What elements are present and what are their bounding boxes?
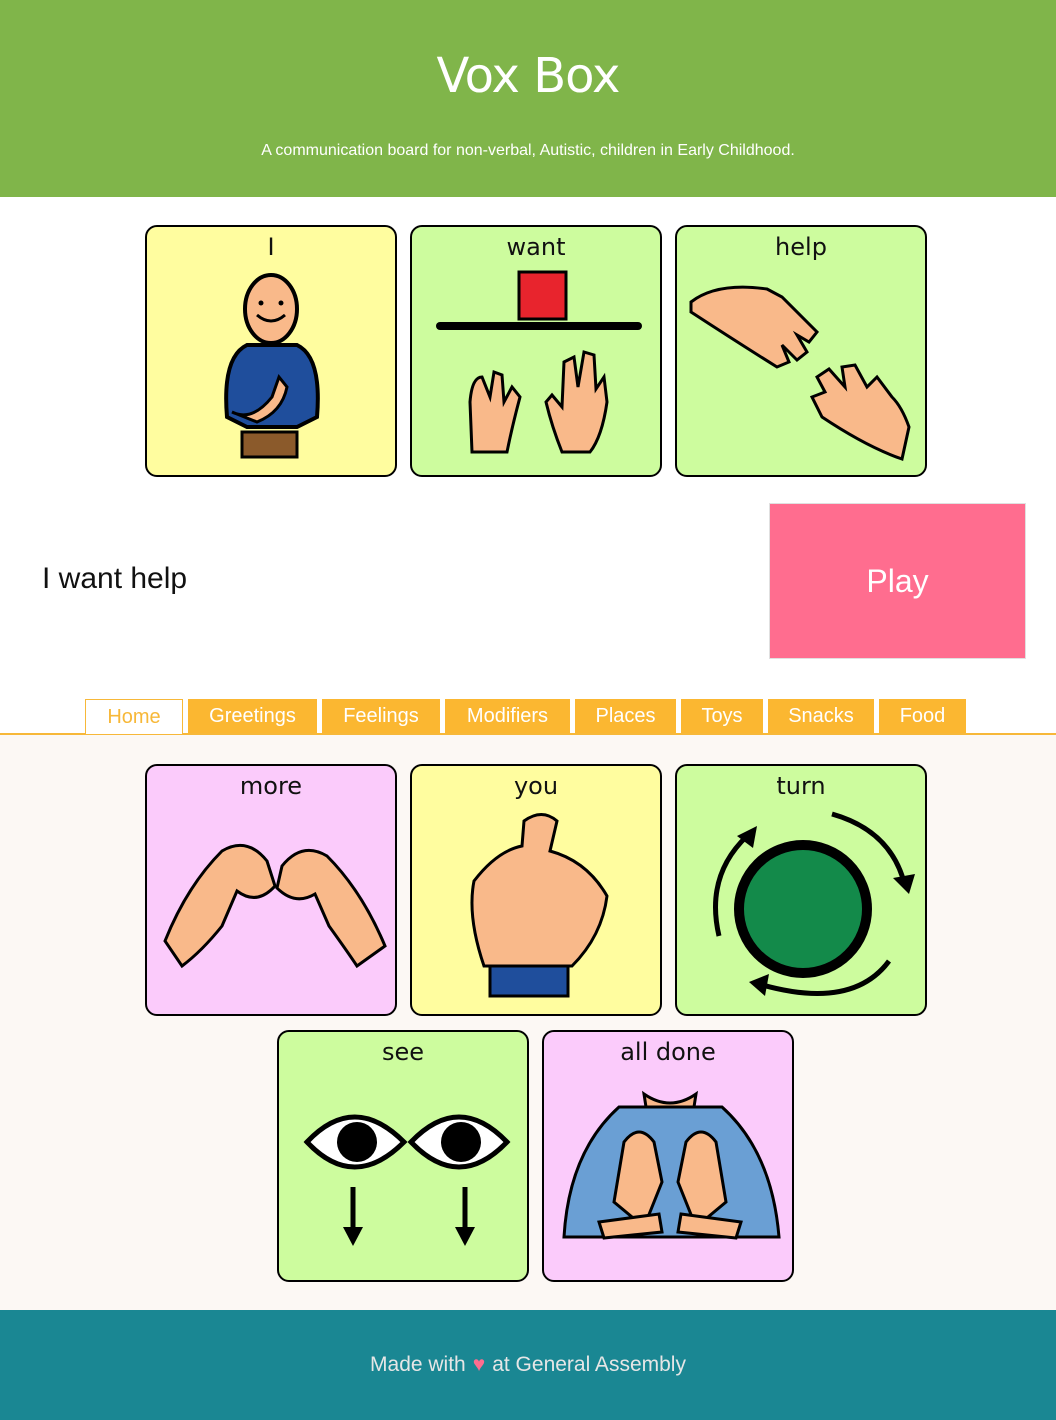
turn-circle-icon <box>713 811 915 996</box>
tab-places[interactable]: Places <box>575 699 676 733</box>
board-card-turn[interactable]: turn <box>675 764 927 1016</box>
tab-home[interactable]: Home <box>85 699 183 734</box>
sentence-text: I want help <box>42 562 188 595</box>
tab-feelings[interactable]: Feelings <box>322 699 440 733</box>
footer-text-before: Made with <box>370 1353 466 1376</box>
app-title: Vox Box <box>436 48 621 104</box>
sentence-card-i[interactable]: I <box>145 225 397 477</box>
tab-modifiers[interactable]: Modifiers <box>445 699 570 733</box>
category-tabs: Home Greetings Feelings Modifiers Places… <box>0 699 1056 735</box>
board-card-more[interactable]: more <box>145 764 397 1016</box>
eyes-looking-icon <box>303 1114 511 1246</box>
heart-icon: ♥ <box>472 1353 486 1376</box>
sentence-card-want[interactable]: want <box>410 225 662 477</box>
board-card-all-done[interactable]: all done <box>542 1030 794 1282</box>
want-hands-icon <box>436 270 642 454</box>
tab-snacks[interactable]: Snacks <box>768 699 874 733</box>
play-button[interactable]: Play <box>769 503 1026 659</box>
site-footer: Made with ♥ at General Assembly <box>0 1310 1056 1420</box>
tab-food[interactable]: Food <box>879 699 966 733</box>
app-subtitle: A communication board for non-verbal, Au… <box>261 142 795 159</box>
tab-greetings[interactable]: Greetings <box>188 699 317 733</box>
helping-hands-icon <box>689 285 911 461</box>
tab-toys[interactable]: Toys <box>681 699 763 733</box>
more-sign-hands-icon <box>163 843 387 969</box>
sentence-card-help[interactable]: help <box>675 225 927 477</box>
person-pointing-self-icon <box>224 273 320 459</box>
all-done-sign-icon <box>562 1090 781 1240</box>
footer-text-after: at General Assembly <box>492 1353 686 1376</box>
board-card-you[interactable]: you <box>410 764 662 1016</box>
board-card-see[interactable]: see <box>277 1030 529 1282</box>
site-header: Vox Box A communication board for non-ve… <box>0 0 1056 197</box>
pointing-finger-icon <box>470 813 609 998</box>
